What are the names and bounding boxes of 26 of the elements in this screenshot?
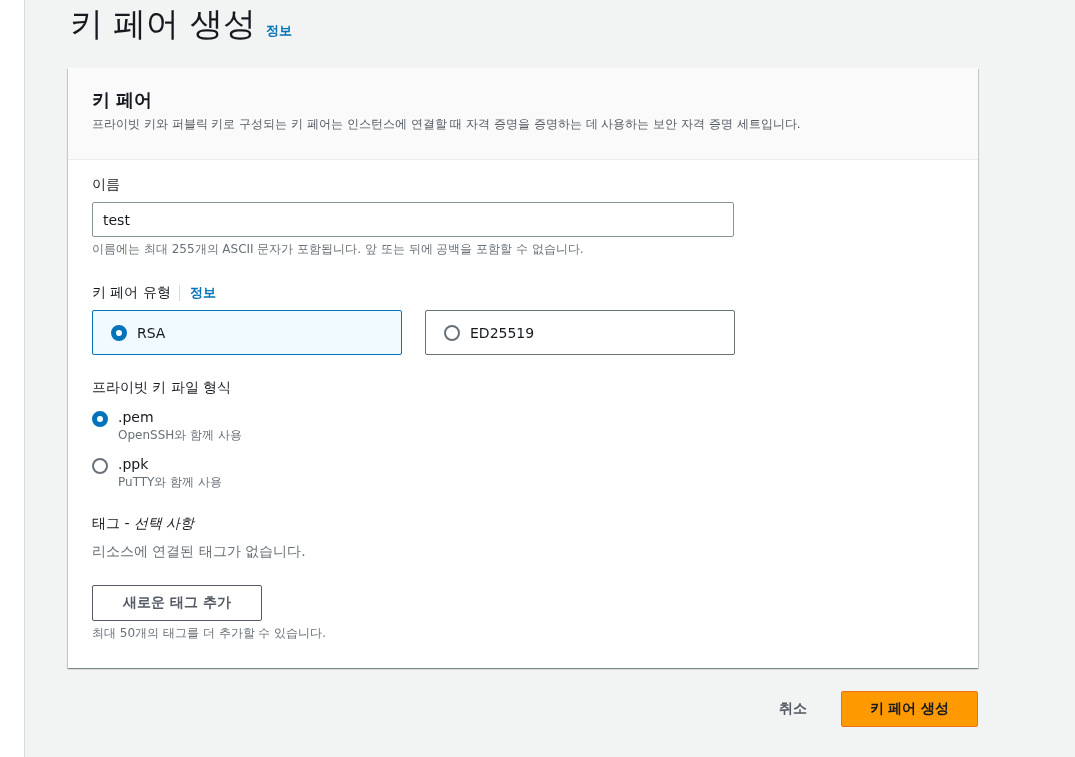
page-title: 키 페어 생성 [70,3,256,45]
info-link[interactable]: 정보 [266,22,292,40]
radio-tile[interactable]: RSA [92,310,402,355]
option-description: PuTTY와 함께 사용 [118,474,223,491]
field-hint: 이름에는 최대 255개의 ASCII 문자가 포함됩니다. 앞 또는 뒤에 공백을 포함할 수 없습니다. [92,241,585,258]
tags-label: 태그 - 선택 사항 [92,515,196,533]
card-description: 프라이빗 키와 퍼블릭 키로 구성되는 키 페어는 인스턴스에 연결할 때 자격 증명을 증명하는 데 사용하는 보안 자격 증명 세트입니다. [92,116,802,133]
radio-icon [111,324,127,341]
field-label: 이름 [92,176,121,194]
tags-hint: 최대 50개의 태그를 더 추가할 수 있습니다. [92,625,327,642]
radio-tile[interactable]: ED25519 [425,310,735,355]
card-title: 키 페어 [92,88,154,112]
create-key-pair-button[interactable]: 키 페어 생성 [841,691,978,727]
field-label: 키 페어 유형 [92,284,171,302]
field-label: 프라이빗 키 파일 형식 [92,379,233,397]
radio-button[interactable] [92,458,108,474]
info-link[interactable]: 정보 [189,284,216,302]
empty-tags-text: 리소스에 연결된 태그가 없습니다. [92,543,307,561]
radio-button[interactable] [92,411,108,427]
option-label: .pem [118,409,154,425]
option-label: .ppk [118,456,149,472]
add-tag-button[interactable]: 새로운 태그 추가 [92,585,262,621]
name-field[interactable]: test [92,202,734,237]
option-description: OpenSSH와 함께 사용 [118,427,242,444]
cancel-button[interactable]: 취소 [767,696,819,722]
radio-icon [444,324,460,341]
